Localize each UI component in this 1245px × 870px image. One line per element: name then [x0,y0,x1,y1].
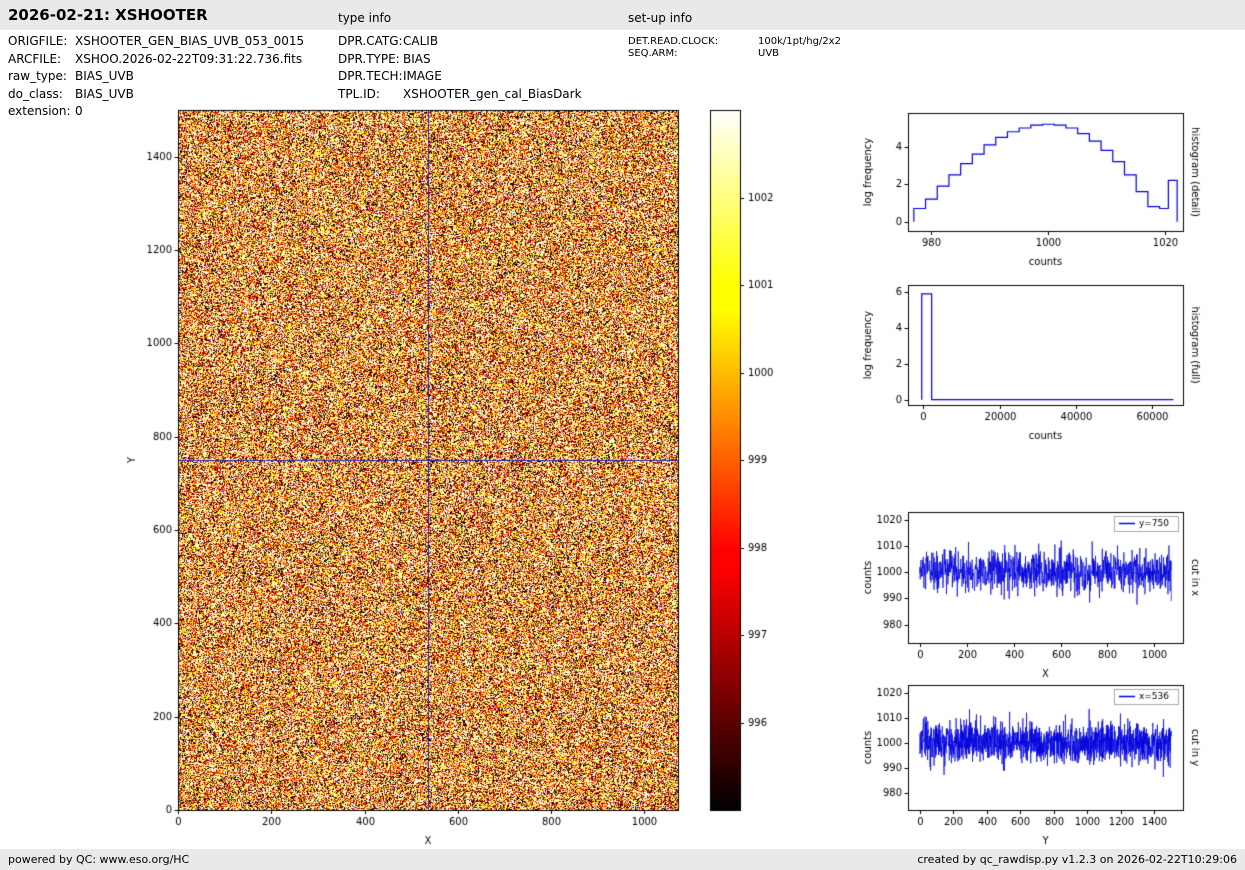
meta-value: IMAGE [403,69,442,83]
meta-value: XSHOOTER_GEN_BIAS_UVB_053_0015 [75,34,304,48]
histogram-detail-plot [845,100,1245,278]
meta-value: 100k/1pt/hg/2x2 [758,36,841,47]
meta-value: UVB [758,48,779,59]
meta-value: BIAS [403,52,431,66]
file-info-row: ARCFILE:XSHOO.2026-02-22T09:31:22.736.fi… [8,52,304,70]
meta-value: BIAS_UVB [75,69,134,83]
setup-info-row: DET.READ.CLOCK:100k/1pt/hg/2x2 [628,36,841,48]
colorbar [700,100,795,830]
header-bar: 2026-02-21: XSHOOTER type info set-up in… [0,0,1245,30]
type-info-row: DPR.CATG:CALIB [338,34,582,52]
meta-label: ARCFILE: [8,52,75,66]
footer-left-text: powered by QC: www.eso.org/HC [8,853,189,866]
meta-value: 0 [75,104,83,118]
cut-in-x-plot [845,505,1245,680]
page-title: 2026-02-21: XSHOOTER [8,6,208,24]
bias-image-plot [110,100,710,852]
file-info-row: ORIGFILE:XSHOOTER_GEN_BIAS_UVB_053_0015 [8,34,304,52]
footer-right-text: created by qc_rawdisp.py v1.2.3 on 2026-… [917,853,1237,866]
meta-label: do_class: [8,87,75,101]
meta-label: ORIGFILE: [8,34,75,48]
setup-info-heading: set-up info [628,11,692,25]
meta-label: DPR.TECH: [338,69,403,83]
meta-label: DET.READ.CLOCK: [628,36,758,47]
meta-label: SEQ.ARM: [628,48,758,59]
type-info-row: DPR.TYPE:BIAS [338,52,582,70]
setup-info-block: DET.READ.CLOCK:100k/1pt/hg/2x2 SEQ.ARM:U… [628,36,841,60]
footer-bar: powered by QC: www.eso.org/HC created by… [0,849,1245,870]
meta-label: DPR.CATG: [338,34,403,48]
meta-value: XSHOOTER_gen_cal_BiasDark [403,87,582,101]
type-info-heading: type info [338,11,391,25]
meta-value: BIAS_UVB [75,87,134,101]
meta-value: XSHOO.2026-02-22T09:31:22.736.fits [75,52,302,66]
meta-label: DPR.TYPE: [338,52,403,66]
meta-label: raw_type: [8,69,75,83]
type-info-block: DPR.CATG:CALIB DPR.TYPE:BIAS DPR.TECH:IM… [338,34,582,104]
cut-in-y-plot [845,678,1245,850]
meta-label: extension: [8,104,75,118]
meta-label: TPL.ID: [338,87,403,101]
meta-value: CALIB [403,34,438,48]
type-info-row: DPR.TECH:IMAGE [338,69,582,87]
file-info-row: raw_type:BIAS_UVB [8,69,304,87]
histogram-full-plot [845,278,1245,456]
setup-info-row: SEQ.ARM:UVB [628,48,841,60]
